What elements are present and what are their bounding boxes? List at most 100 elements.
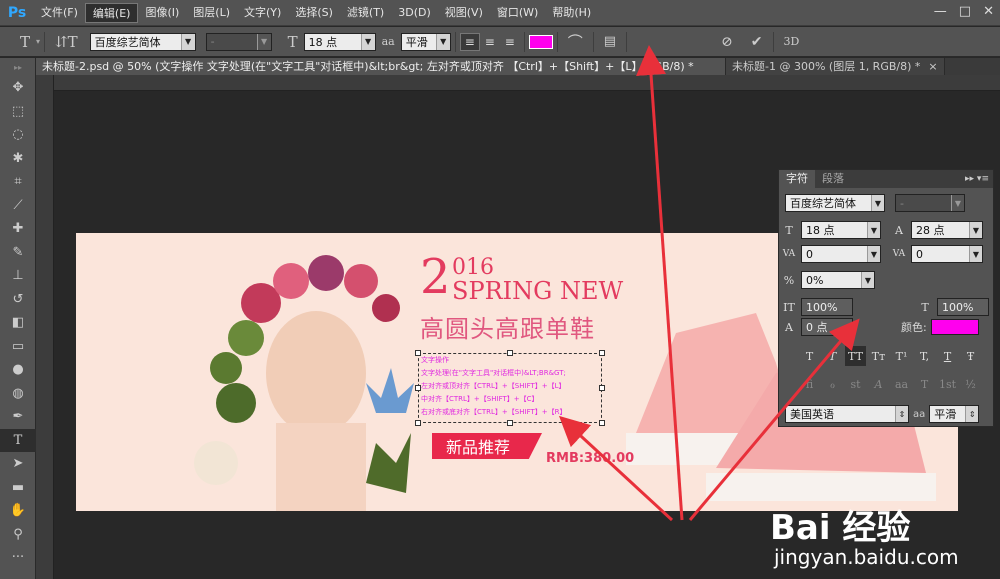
small-caps-button[interactable]: Tт xyxy=(868,346,889,366)
text-color-swatch[interactable] xyxy=(528,34,553,49)
zoom-tool-icon[interactable]: ⚲ xyxy=(0,523,36,547)
move-tool-icon[interactable]: ✥ xyxy=(0,76,36,100)
faux-bold-button[interactable]: T xyxy=(799,346,820,366)
eyedropper-tool-icon[interactable]: ⟋ xyxy=(0,194,36,218)
menu-view[interactable]: 视图(V) xyxy=(438,3,490,23)
cancel-icon[interactable]: ⊘ xyxy=(715,34,739,50)
toggle-orientation-icon[interactable]: ⇵T xyxy=(49,33,84,51)
menu-window[interactable]: 窗口(W) xyxy=(490,3,545,23)
frame-text-line[interactable]: 文字处理(在"文字工具"对话框中)&LT;BR&GT; xyxy=(419,367,601,380)
tab-document-1[interactable]: 未标题-1 @ 300% (图层 1, RGB/8) * × xyxy=(726,58,945,75)
commit-check-icon[interactable]: ✔ xyxy=(745,34,769,50)
menu-edit[interactable]: 编辑(E) xyxy=(84,2,139,23)
clone-stamp-tool-icon[interactable]: ⊥ xyxy=(0,264,36,288)
font-family-select[interactable]: 百度综艺简体 ▼ xyxy=(89,32,196,51)
contextual-alternates-button[interactable]: ℴ xyxy=(822,374,843,394)
frame-text-line[interactable]: 右对齐或底对齐【CTRL】+【SHIFT】+【R】 xyxy=(419,406,601,419)
antialias-select[interactable]: 平滑 ⇕ xyxy=(929,405,980,423)
horizontal-ruler[interactable] xyxy=(54,75,1000,91)
type-tool-icon[interactable]: T xyxy=(14,33,36,51)
resize-handle[interactable] xyxy=(415,420,421,426)
character-panel-toggle-icon[interactable]: ▤ xyxy=(598,34,622,49)
resize-handle[interactable] xyxy=(415,385,421,391)
warp-text-icon[interactable]: ⌒ xyxy=(562,31,589,52)
more-tools-icon[interactable]: ··· xyxy=(0,546,36,570)
type-tool-icon[interactable]: T xyxy=(0,428,36,452)
baseline-shift-input[interactable]: 0 点 xyxy=(801,318,853,336)
language-select[interactable]: 美国英语 ⇕ xyxy=(785,405,909,423)
ordinals-button[interactable]: 1st xyxy=(937,374,958,394)
vertical-scale-input[interactable]: 100% xyxy=(801,298,853,316)
maximize-icon[interactable]: □ xyxy=(959,4,971,19)
underline-button[interactable]: T xyxy=(937,346,958,366)
menu-select[interactable]: 选择(S) xyxy=(288,3,340,23)
pen-tool-icon[interactable]: ✒ xyxy=(0,405,36,429)
frame-text-line[interactable]: 中对齐【CTRL】+【SHIFT】+【C】 xyxy=(419,393,601,406)
blur-tool-icon[interactable]: ● xyxy=(0,358,36,382)
font-size-select[interactable]: 18 点 ▼ xyxy=(303,32,376,51)
tab-paragraph[interactable]: 段落 xyxy=(815,170,851,188)
hand-tool-icon[interactable]: ✋ xyxy=(0,499,36,523)
leading-select[interactable]: 28 点 ▼ xyxy=(911,221,983,239)
ligatures-button[interactable]: fi xyxy=(799,374,820,394)
resize-handle[interactable] xyxy=(599,385,605,391)
font-family-select[interactable]: 百度综艺简体 ▼ xyxy=(785,194,885,212)
brush-tool-icon[interactable]: ✎ xyxy=(0,241,36,265)
resize-handle[interactable] xyxy=(507,350,513,356)
resize-handle[interactable] xyxy=(507,420,513,426)
fractions-button[interactable]: ½ xyxy=(960,374,981,394)
font-style-select[interactable]: - ▼ xyxy=(205,32,272,51)
lasso-tool-icon[interactable]: ◌ xyxy=(0,123,36,147)
antialias-select[interactable]: 平滑 ▼ xyxy=(400,32,451,51)
shape-tool-icon[interactable]: ▬ xyxy=(0,476,36,500)
all-caps-button[interactable]: TT xyxy=(845,346,866,366)
align-left-button[interactable]: ≡ xyxy=(459,32,480,51)
menu-file[interactable]: 文件(F) xyxy=(34,3,85,23)
swash-button[interactable]: A xyxy=(868,374,889,394)
marquee-tool-icon[interactable]: ⬚ xyxy=(0,100,36,124)
horizontal-scale-input[interactable]: 100% xyxy=(937,298,989,316)
history-brush-tool-icon[interactable]: ↺ xyxy=(0,288,36,312)
resize-handle[interactable] xyxy=(599,420,605,426)
menu-filter[interactable]: 滤镜(T) xyxy=(340,3,391,23)
text-color-swatch[interactable] xyxy=(930,319,979,335)
vertical-ruler[interactable] xyxy=(36,75,54,579)
strikethrough-button[interactable]: Ŧ xyxy=(960,346,981,366)
tab-document-2[interactable]: 未标题-2.psd @ 50% (文字操作 文字处理(在"文字工具"对话框中)&… xyxy=(36,58,726,75)
align-right-button[interactable]: ≡ xyxy=(500,33,520,51)
crop-tool-icon[interactable]: ⌗ xyxy=(0,170,36,194)
tab-character[interactable]: 字符 xyxy=(779,170,815,188)
tool-preset-chevron-icon[interactable]: ▾ xyxy=(36,37,40,46)
menu-3d[interactable]: 3D(D) xyxy=(391,3,438,23)
kerning-select[interactable]: 0 ▼ xyxy=(801,245,881,263)
text-bounding-box[interactable]: 文字操作 文字处理(在"文字工具"对话框中)&LT;BR&GT; 左对齐或顶对齐… xyxy=(415,350,605,426)
healing-brush-tool-icon[interactable]: ✚ xyxy=(0,217,36,241)
resize-handle[interactable] xyxy=(415,350,421,356)
tracking-select[interactable]: 0 ▼ xyxy=(911,245,983,263)
magic-wand-tool-icon[interactable]: ✱ xyxy=(0,147,36,171)
eraser-tool-icon[interactable]: ◧ xyxy=(0,311,36,335)
menu-layer[interactable]: 图层(L) xyxy=(186,3,237,23)
subscript-button[interactable]: T, xyxy=(914,346,935,366)
align-center-button[interactable]: ≡ xyxy=(480,33,500,51)
close-icon[interactable]: ✕ xyxy=(983,4,994,19)
gradient-tool-icon[interactable]: ▭ xyxy=(0,335,36,359)
minimize-icon[interactable]: — xyxy=(934,4,947,19)
collapse-icon[interactable]: ▸▸ xyxy=(0,58,36,76)
path-selection-tool-icon[interactable]: ➤ xyxy=(0,452,36,476)
faux-italic-button[interactable]: T xyxy=(822,346,843,366)
font-style-select[interactable]: - ▼ xyxy=(895,194,965,212)
dodge-tool-icon[interactable]: ◍ xyxy=(0,382,36,406)
menu-help[interactable]: 帮助(H) xyxy=(545,3,598,23)
close-icon[interactable]: × xyxy=(928,58,937,75)
panel-menu-icon[interactable]: ▸▸ ▾≡ xyxy=(965,174,993,184)
frame-text-line[interactable]: 左对齐或顶对齐【CTRL】+【SHIFT】+【L】 xyxy=(419,380,601,393)
resize-handle[interactable] xyxy=(599,350,605,356)
titling-alternates-button[interactable]: T xyxy=(914,374,935,394)
font-size-select[interactable]: 18 点 ▼ xyxy=(801,221,881,239)
tsume-select[interactable]: 0% ▼ xyxy=(801,271,875,289)
superscript-button[interactable]: T¹ xyxy=(891,346,912,366)
stylistic-alternates-button[interactable]: aa xyxy=(891,374,912,394)
menu-image[interactable]: 图像(I) xyxy=(138,3,186,23)
discretionary-ligatures-button[interactable]: st xyxy=(845,374,866,394)
